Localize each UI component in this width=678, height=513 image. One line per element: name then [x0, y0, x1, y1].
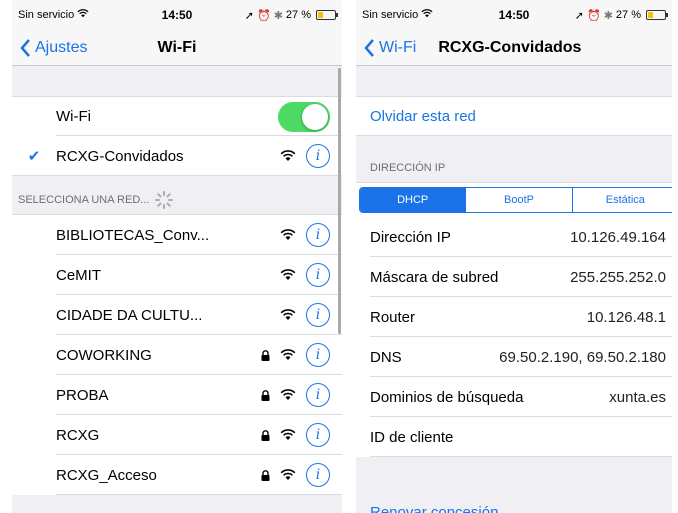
battery-icon	[316, 10, 338, 20]
lock-icon	[261, 389, 270, 401]
info-icon[interactable]: i	[306, 463, 330, 487]
wifi-status-icon	[77, 9, 89, 21]
wifi-signal-icon	[280, 309, 296, 321]
chevron-left-icon	[20, 38, 30, 57]
network-name: RCXG_Acceso	[56, 466, 157, 484]
ip-section-header: DIRECCIÓN IP	[370, 162, 446, 174]
network-row[interactable]: COWORKING i	[12, 335, 342, 375]
ip-field-row: ID de cliente	[356, 417, 672, 457]
spinner-icon	[155, 191, 174, 209]
bluetooth-icon: ✱	[603, 9, 613, 22]
forget-network-button[interactable]: Olvidar esta red	[356, 96, 672, 136]
wifi-signal-icon	[280, 150, 296, 162]
field-label: Router	[370, 308, 416, 326]
field-value: 10.126.49.164	[570, 228, 666, 246]
network-row[interactable]: RCXG i	[12, 415, 342, 455]
battery-percent: 27 %	[285, 9, 311, 21]
wifi-signal-icon	[280, 389, 296, 401]
network-row[interactable]: BIBLIOTECAS_Conv... i	[12, 215, 342, 255]
nav-bar: Wi-Fi RCXG-Convidados	[356, 30, 672, 66]
checkmark-icon: ✔	[27, 148, 41, 165]
ip-mode-segmented-control: DHCP BootP Estática	[359, 187, 672, 213]
network-name: PROBA	[56, 386, 109, 404]
network-name: BIBLIOTECAS_Conv...	[56, 226, 210, 244]
wifi-toggle-row: Wi-Fi	[12, 96, 342, 136]
ip-fields: Dirección IP 10.126.49.164 Máscara de subr…	[356, 217, 672, 457]
back-button[interactable]: Wi-Fi	[356, 39, 416, 57]
info-icon[interactable]: i	[306, 144, 330, 168]
carrier-label: Sin servicio	[362, 9, 419, 21]
wifi-settings-screen: Sin servicio 14:50 ➚ ⏰ ✱ 27 % Ajustes Wi…	[12, 0, 342, 513]
section-header: SELECCIONA UNA RED...	[12, 176, 342, 214]
ip-field-row: Máscara de subred 255.255.252.0	[356, 257, 672, 297]
field-label: Dirección IP	[370, 228, 451, 246]
field-value: 10.126.48.1	[586, 308, 666, 326]
connected-network-row[interactable]: ✔ RCXG-Convidados i	[12, 136, 342, 176]
network-list: BIBLIOTECAS_Conv... i CeMIT i CIDADE DA CULT…	[12, 214, 342, 495]
network-name: CeMIT	[56, 266, 101, 284]
segment-bootp[interactable]: BootP	[465, 188, 571, 212]
network-name: CIDADE DA CULTU...	[56, 306, 203, 324]
network-row[interactable]: PROBA i	[12, 375, 342, 415]
battery-icon	[646, 10, 668, 20]
field-label: DNS	[370, 348, 402, 366]
ip-field-row: DNS 69.50.2.190, 69.50.2.180	[356, 337, 672, 377]
bluetooth-icon: ✱	[273, 9, 283, 22]
segment-static[interactable]: Estática	[571, 188, 672, 212]
field-value: 255.255.252.0	[570, 268, 666, 286]
wifi-signal-icon	[280, 269, 296, 281]
wifi-signal-icon	[280, 229, 296, 241]
battery-percent: 27 %	[615, 9, 641, 21]
alarm-icon: ⏰	[257, 9, 271, 22]
wifi-label: Wi-Fi	[56, 108, 91, 125]
alarm-icon: ⏰	[587, 9, 601, 22]
renew-lease-button[interactable]: Renovar concesión	[370, 504, 498, 513]
wifi-signal-icon	[280, 349, 296, 361]
info-icon[interactable]: i	[306, 383, 330, 407]
field-value: xunta.es	[609, 388, 666, 406]
chevron-left-icon	[364, 38, 374, 57]
network-detail-screen: Sin servicio 14:50 ➚ ⏰ ✱ 27 % Wi-Fi RCXG…	[356, 0, 672, 513]
back-button[interactable]: Ajustes	[12, 39, 87, 57]
lock-icon	[261, 469, 270, 481]
status-bar: Sin servicio 14:50 ➚ ⏰ ✱ 27 %	[356, 0, 672, 30]
network-row[interactable]: CIDADE DA CULTU... i	[12, 295, 342, 335]
page-title: RCXG-Convidados	[438, 38, 582, 56]
wifi-signal-icon	[280, 469, 296, 481]
network-name: COWORKING	[56, 346, 152, 364]
network-row[interactable]: CeMIT i	[12, 255, 342, 295]
field-label: Máscara de subred	[370, 268, 499, 286]
network-name: RCXG-Convidados	[56, 147, 184, 165]
info-icon[interactable]: i	[306, 303, 330, 327]
segment-dhcp[interactable]: DHCP	[360, 188, 466, 212]
lock-icon	[261, 429, 270, 441]
info-icon[interactable]: i	[306, 223, 330, 247]
ip-field-row: Dominios de búsqueda xunta.es	[356, 377, 672, 417]
wifi-signal-icon	[280, 429, 296, 441]
info-icon[interactable]: i	[306, 343, 330, 367]
back-label: Wi-Fi	[379, 38, 417, 56]
back-label: Ajustes	[35, 38, 88, 56]
field-value: 69.50.2.190, 69.50.2.180	[499, 348, 666, 366]
wifi-toggle[interactable]	[278, 101, 330, 132]
lock-icon	[261, 349, 270, 361]
wifi-status-icon	[421, 9, 433, 21]
ip-field-row: Router 10.126.48.1	[356, 297, 672, 337]
status-bar: Sin servicio 14:50 ➚ ⏰ ✱ 27 %	[12, 0, 342, 30]
scrollbar[interactable]	[338, 68, 341, 334]
location-icon: ➚	[244, 9, 254, 22]
nav-bar: Ajustes Wi-Fi	[12, 30, 342, 66]
location-icon: ➚	[574, 9, 584, 22]
ip-field-row: Dirección IP 10.126.49.164	[356, 217, 672, 257]
field-label: Dominios de búsqueda	[370, 388, 524, 406]
info-icon[interactable]: i	[306, 263, 330, 287]
field-label: ID de cliente	[370, 428, 454, 446]
network-row[interactable]: RCXG_Acceso i	[12, 455, 342, 495]
network-name: RCXG	[56, 426, 100, 444]
info-icon[interactable]: i	[306, 423, 330, 447]
carrier-label: Sin servicio	[18, 9, 75, 21]
